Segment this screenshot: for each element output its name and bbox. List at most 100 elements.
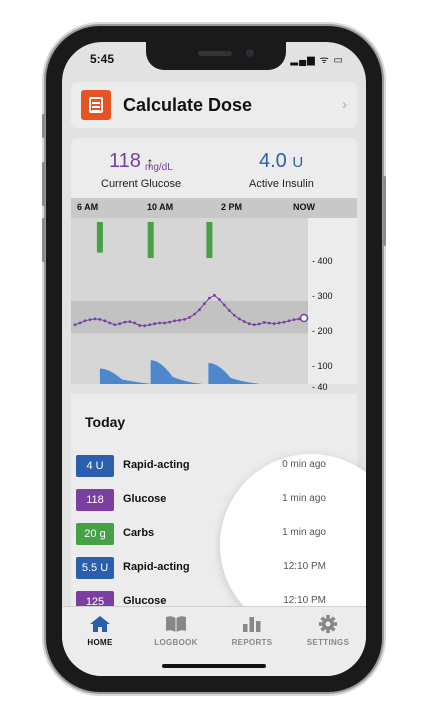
glucose-value-text: 118: [109, 150, 141, 172]
book-icon: [166, 616, 186, 632]
glucose-point: [277, 321, 281, 325]
time-tick: 2 PM: [221, 202, 243, 212]
time-axis: 6 AM 10 AM 2 PM NOW: [71, 198, 357, 218]
home-icon: [90, 616, 110, 632]
time-tick: 6 AM: [77, 202, 99, 212]
glucose-point: [292, 318, 296, 322]
glucose-point: [163, 321, 167, 325]
power-button: [383, 176, 386, 246]
tab-bar: HOME LOGBOOK REPORTS SETTINGS: [62, 606, 366, 676]
calculator-icon: [81, 90, 111, 120]
tab-reports[interactable]: REPORTS: [214, 615, 290, 647]
y-tick: - 40: [312, 382, 328, 392]
active-insulin-label: Active Insulin: [249, 178, 314, 190]
status-icons: ▂▄▆ ᯤ ▭: [290, 55, 344, 66]
glucose-point: [242, 320, 246, 324]
front-camera: [246, 49, 254, 57]
entry-badge: 118: [76, 489, 114, 511]
glucose-point: [78, 321, 82, 325]
tab-label: HOME: [87, 638, 113, 647]
notch: [146, 42, 286, 70]
glucose-point: [232, 313, 236, 317]
status-time: 5:45: [90, 52, 115, 66]
speaker: [198, 51, 232, 56]
glucose-point: [262, 321, 266, 324]
glucose-point: [138, 324, 142, 327]
calculate-dose-card[interactable]: Calculate Dose ›: [71, 82, 357, 128]
volume-up-button: [42, 162, 45, 206]
glucose-point: [183, 318, 186, 321]
entry-time: 12:10 PM: [283, 561, 326, 572]
glucose-point: [188, 316, 191, 319]
calculate-dose-title: Calculate Dose: [123, 95, 253, 115]
current-glucose-label: Current Glucose: [101, 178, 182, 190]
glucose-point: [133, 321, 137, 325]
mute-switch: [42, 114, 45, 138]
time-tick: NOW: [293, 202, 315, 212]
y-tick: - 400: [312, 256, 333, 266]
y-tick: - 200: [312, 326, 333, 336]
insulin-unit: U: [292, 154, 304, 171]
glucose-point: [173, 319, 176, 323]
current-reading-marker: [299, 313, 309, 323]
bar-chart-icon: [243, 617, 261, 632]
entry-label: Rapid-acting: [123, 459, 190, 471]
tab-logbook[interactable]: LOGBOOK: [138, 615, 214, 647]
glucose-point: [123, 320, 127, 324]
tab-label: REPORTS: [231, 638, 273, 647]
app-screen: 5:45 ▂▄▆ ᯤ ▭ Calculate Dose › 118 ↑ mg/d…: [62, 42, 366, 676]
entry-label: Glucose: [123, 493, 167, 505]
glucose-point: [73, 323, 77, 327]
carb-bar: [147, 222, 154, 258]
glucose-summary-card[interactable]: 118 ↑ mg/dL Current Glucose 4.0 U Active…: [71, 138, 357, 392]
home-indicator: [162, 664, 266, 668]
tab-settings[interactable]: SETTINGS: [290, 615, 366, 647]
glucose-point: [83, 319, 87, 323]
glucose-point: [148, 323, 152, 327]
glucose-chart[interactable]: [71, 218, 357, 384]
entry-badge: 20 g: [76, 523, 114, 545]
glucose-point: [203, 302, 206, 306]
today-entry-row[interactable]: 4 U Rapid-acting 0 min ago: [76, 455, 340, 477]
glucose-point: [257, 322, 261, 326]
carb-bar: [206, 222, 213, 258]
phone-frame: 5:45 ▂▄▆ ᯤ ▭ Calculate Dose › 118 ↑ mg/d…: [42, 26, 386, 692]
glucose-point: [252, 323, 256, 327]
glucose-point: [178, 318, 181, 322]
glucose-point: [113, 323, 117, 327]
glucose-point: [193, 312, 196, 316]
entry-time: 1 min ago: [282, 527, 326, 538]
glucose-point: [88, 318, 92, 322]
glucose-point: [247, 322, 251, 326]
glucose-point: [267, 321, 271, 325]
today-title: Today: [85, 414, 126, 430]
glucose-point: [272, 322, 276, 326]
glucose-point: [118, 322, 122, 326]
entry-time: 0 min ago: [282, 459, 326, 470]
glucose-point: [222, 303, 226, 307]
volume-down-button: [42, 218, 45, 262]
tab-label: SETTINGS: [306, 638, 350, 647]
entry-time: 12:10 PM: [283, 595, 326, 606]
today-entry-row[interactable]: 20 g Carbs 1 min ago: [76, 523, 340, 545]
glucose-point: [143, 324, 147, 328]
gear-icon: [319, 615, 337, 633]
tab-home[interactable]: HOME: [62, 615, 138, 647]
glucose-point: [158, 321, 162, 325]
glucose-point: [98, 318, 102, 321]
glucose-point: [208, 296, 211, 300]
glucose-point: [287, 319, 291, 323]
entry-time: 1 min ago: [282, 493, 326, 504]
entry-badge: 5.5 U: [76, 557, 114, 579]
entry-label: Carbs: [123, 527, 155, 539]
today-entry-row[interactable]: 118 Glucose 1 min ago: [76, 489, 340, 511]
chevron-right-icon: ›: [342, 96, 347, 113]
glucose-point: [212, 293, 216, 297]
glucose-point: [103, 319, 107, 323]
today-entry-row[interactable]: 5.5 U Rapid-acting 12:10 PM: [76, 557, 340, 579]
time-tick: 10 AM: [147, 202, 174, 212]
glucose-point: [282, 320, 286, 324]
glucose-point: [93, 317, 97, 321]
glucose-point: [108, 321, 112, 325]
y-tick: - 300: [312, 291, 333, 301]
